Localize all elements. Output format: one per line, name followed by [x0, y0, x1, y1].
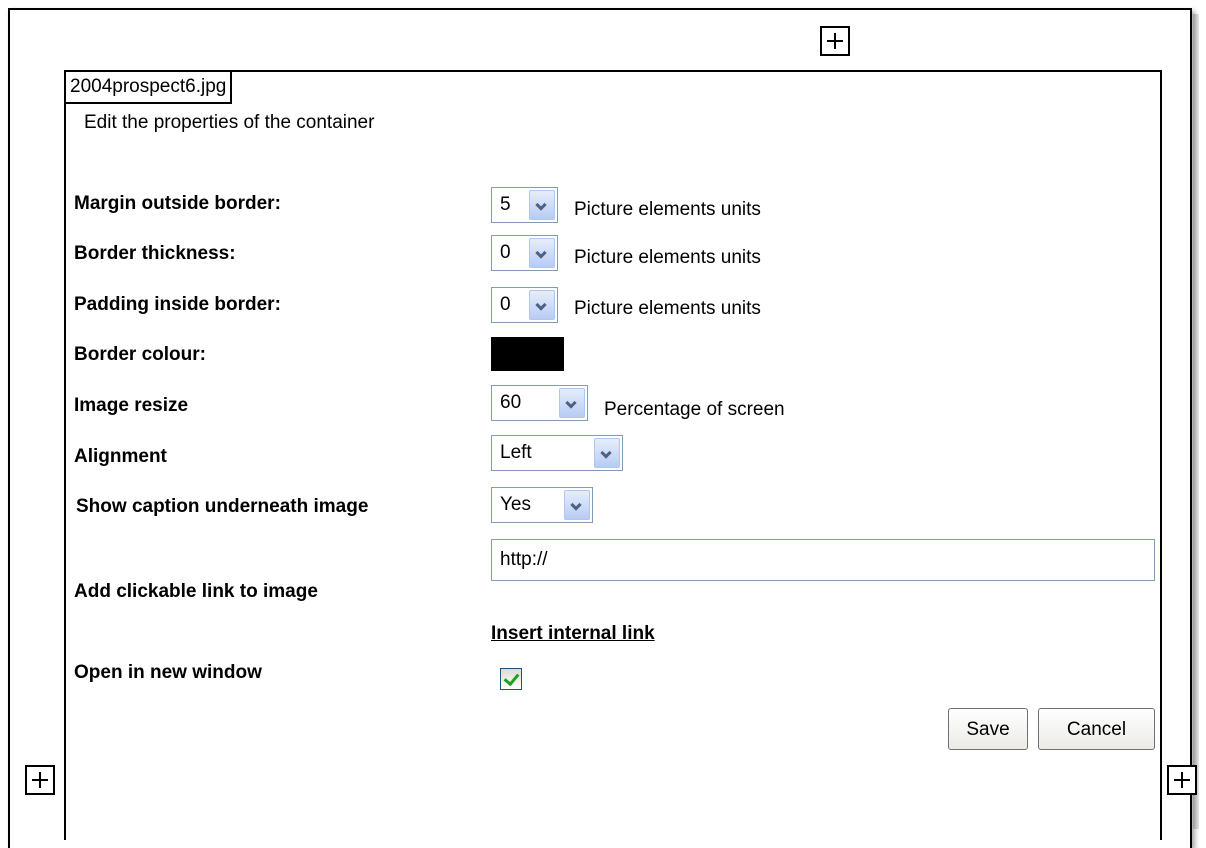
expand-icon[interactable]	[25, 765, 55, 795]
expand-icon[interactable]	[820, 26, 850, 56]
show-caption-label: Show caption underneath image	[76, 496, 369, 517]
link-url-input[interactable]	[491, 539, 1155, 581]
margin-label: Margin outside border:	[74, 193, 281, 214]
padding-select[interactable]: 0	[491, 287, 558, 323]
image-resize-unit: Percentage of screen	[604, 399, 785, 420]
padding-unit: Picture elements units	[574, 298, 761, 319]
padding-value: 0	[500, 294, 511, 315]
border-colour-swatch[interactable]	[491, 337, 564, 371]
show-caption-select[interactable]: Yes	[491, 487, 593, 523]
image-resize-label: Image resize	[74, 395, 189, 416]
chevron-down-icon[interactable]	[559, 388, 585, 418]
alignment-label: Alignment	[74, 446, 167, 467]
margin-value: 5	[500, 194, 511, 215]
filename-tab: 2004prospect6.jpg	[66, 72, 233, 104]
chevron-down-icon[interactable]	[564, 490, 590, 520]
border-thickness-unit: Picture elements units	[574, 247, 761, 268]
alignment-select[interactable]: Left	[491, 435, 623, 471]
border-thickness-value: 0	[500, 242, 511, 263]
save-button[interactable]: Save	[948, 708, 1028, 750]
image-resize-value: 60	[500, 392, 522, 413]
new-window-checkbox[interactable]	[500, 668, 522, 690]
margin-unit: Picture elements units	[574, 199, 761, 220]
border-colour-label: Border colour:	[74, 344, 206, 365]
new-window-label: Open in new window	[74, 662, 262, 683]
alignment-value: Left	[500, 442, 532, 463]
chevron-down-icon[interactable]	[529, 190, 555, 220]
chevron-down-icon[interactable]	[529, 290, 555, 320]
margin-select[interactable]: 5	[491, 187, 558, 223]
show-caption-value: Yes	[500, 494, 531, 515]
dialog-subtitle: Edit the properties of the container	[84, 112, 375, 133]
border-thickness-select[interactable]: 0	[491, 235, 558, 271]
link-label: Add clickable link to image	[74, 581, 318, 602]
image-resize-select[interactable]: 60	[491, 385, 588, 421]
chevron-down-icon[interactable]	[594, 438, 620, 468]
border-thickness-label: Border thickness:	[74, 243, 236, 264]
chevron-down-icon[interactable]	[529, 238, 555, 268]
frame-shadow	[1193, 14, 1199, 829]
padding-label: Padding inside border:	[74, 294, 281, 315]
cancel-button[interactable]: Cancel	[1038, 708, 1155, 750]
expand-icon[interactable]	[1167, 765, 1197, 795]
insert-internal-link[interactable]: Insert internal link	[491, 623, 655, 645]
